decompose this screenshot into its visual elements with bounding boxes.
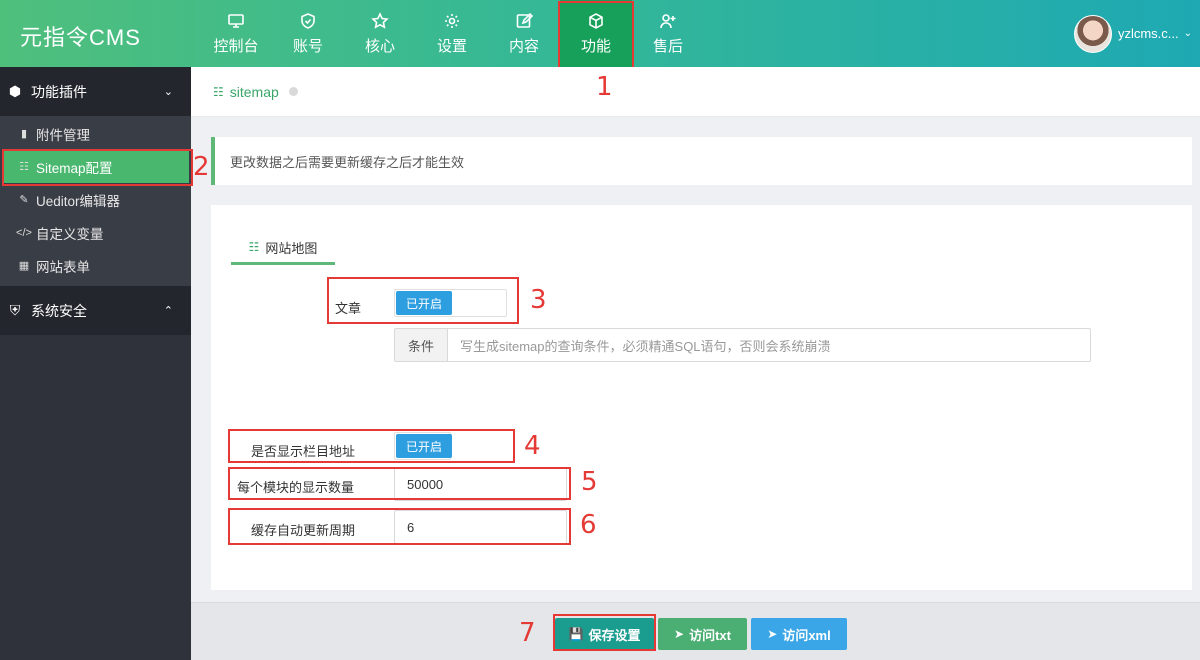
visit-xml-label: 访问xml	[782, 627, 831, 643]
chevron-down-icon[interactable]: ⌄	[1184, 28, 1192, 39]
annotation-box-5	[228, 467, 571, 500]
paper-plane-icon: ➤	[767, 627, 778, 641]
sidebar: ⬢ 功能插件 ⌄ ▮ 附件管理 ☷ Sitemap配置 ✎ Ueditor编辑器…	[0, 67, 193, 660]
notice-text: 更改数据之后需要更新缓存之后才能生效	[230, 154, 465, 170]
cube-icon: ⬢	[8, 83, 22, 99]
nav-label: 核心	[364, 37, 395, 55]
sidebar-item-ueditor[interactable]: ✎ Ueditor编辑器	[0, 183, 191, 216]
user-plus-icon	[660, 13, 676, 28]
nav-label: 账号	[292, 37, 323, 55]
user-menu[interactable]: yzlcms.c... ⌄	[1073, 0, 1200, 67]
gear-icon	[445, 13, 459, 28]
sidebar-item-label: Ueditor编辑器	[36, 193, 121, 209]
visit-txt-label: 访问txt	[689, 627, 731, 643]
breadcrumb: ☷ sitemap	[191, 67, 1200, 117]
annotation-box-4	[228, 429, 515, 463]
nav-item-function[interactable]: 功能	[558, 0, 634, 70]
notice-banner: 更改数据之后需要更新缓存之后才能生效	[211, 137, 1192, 185]
edit-icon: ✎	[19, 194, 29, 206]
sitemap-icon: ☷	[19, 161, 29, 173]
sidebar-item-label: 网站表单	[36, 259, 90, 275]
folder-icon: ▮	[20, 128, 28, 140]
sidebar-group-label: 系统安全	[31, 302, 87, 319]
sidebar-item-forms[interactable]: ▦ 网站表单	[0, 249, 191, 282]
condition-input[interactable]: 写生成sitemap的查询条件，必须精通SQL语句，否则会系统崩溃	[448, 329, 1090, 361]
sidebar-item-label: 自定义变量	[36, 226, 104, 242]
sidebar-item-variables[interactable]: </> 自定义变量	[0, 216, 191, 249]
cube-icon	[589, 12, 603, 29]
nav-item-console[interactable]: 控制台	[200, 0, 272, 67]
sidebar-group-plugins[interactable]: ⬢ 功能插件 ⌄	[0, 67, 191, 116]
annotation-number-4: 4	[524, 431, 541, 461]
nav-item-aftersales[interactable]: 售后	[632, 0, 704, 67]
condition-addon: 条件	[395, 329, 448, 361]
nav-label: 内容	[508, 37, 539, 55]
user-name[interactable]: yzlcms.c...	[1118, 26, 1179, 41]
nav-label: 功能	[580, 37, 611, 55]
sidebar-group-security[interactable]: ⛨ 系统安全 ⌃	[0, 286, 191, 335]
condition-input-group: 条件 写生成sitemap的查询条件，必须精通SQL语句，否则会系统崩溃	[394, 328, 1091, 362]
breadcrumb-label[interactable]: sitemap	[230, 84, 279, 100]
chevron-up-icon: ⌃	[163, 305, 173, 317]
annotation-number-7: 7	[519, 618, 536, 648]
annotation-number-1: 1	[596, 72, 613, 102]
sidebar-item-label: Sitemap配置	[36, 160, 113, 176]
sidebar-item-sitemap[interactable]: ☷ Sitemap配置	[2, 149, 193, 186]
sidebar-item-attachments[interactable]: ▮ 附件管理	[0, 117, 191, 150]
sidebar-group-label: 功能插件	[31, 83, 87, 100]
top-bar: 元指令CMS 控制台 账号 核心 设置 内容 功能 售后 yzlcms.c...…	[0, 0, 1200, 70]
annotation-box-6	[228, 508, 571, 545]
visit-txt-button[interactable]: ➤ 访问txt	[658, 618, 747, 650]
annotation-number-6: 6	[580, 510, 597, 540]
paper-plane-icon: ➤	[674, 627, 685, 641]
tab-sitemap[interactable]: ☷ 网站地图	[231, 232, 335, 265]
annotation-number-5: 5	[581, 467, 598, 497]
app-logo[interactable]: 元指令CMS	[20, 20, 141, 52]
nav-label: 控制台	[213, 37, 259, 55]
sitemap-icon: ☷	[213, 84, 224, 99]
sidebar-list: ▮ 附件管理 ☷ Sitemap配置 ✎ Ueditor编辑器 </> 自定义变…	[0, 116, 193, 286]
shield-icon: ⛨	[9, 302, 21, 318]
nav-label: 售后	[652, 37, 683, 55]
visit-xml-button[interactable]: ➤ 访问xml	[751, 618, 847, 650]
nav-item-account[interactable]: 账号	[272, 0, 344, 67]
nav-label: 设置	[436, 37, 467, 55]
nav-item-content[interactable]: 内容	[488, 0, 560, 67]
avatar[interactable]	[1073, 14, 1112, 53]
breadcrumb-dot	[288, 87, 298, 96]
nav-item-settings[interactable]: 设置	[416, 0, 488, 67]
annotation-number-3: 3	[530, 285, 547, 315]
annotation-box-7	[553, 614, 656, 651]
nav-item-core[interactable]: 核心	[344, 0, 416, 67]
chevron-down-icon: ⌄	[163, 86, 173, 98]
table-icon: ▦	[18, 260, 30, 272]
sitemap-icon: ☷	[248, 240, 260, 254]
monitor-icon	[228, 13, 244, 28]
star-icon	[371, 11, 389, 29]
shield-icon	[301, 12, 315, 29]
annotation-box-3	[327, 277, 519, 324]
code-icon: </>	[16, 226, 32, 239]
edit-icon	[516, 12, 533, 28]
annotation-number-2: 2	[193, 152, 210, 182]
footer-bar: 💾 保存设置 ➤ 访问txt ➤ 访问xml	[191, 602, 1200, 660]
tab-label: 网站地图	[265, 240, 318, 256]
top-nav: 控制台 账号 核心 设置 内容 功能 售后	[200, 0, 704, 70]
sidebar-item-label: 附件管理	[36, 127, 90, 143]
